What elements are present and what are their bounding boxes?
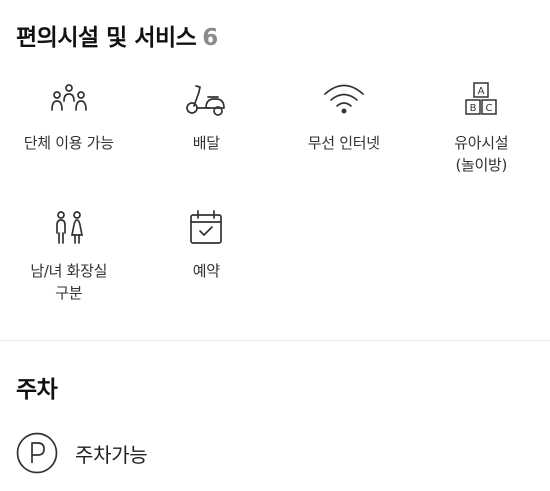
amenity-label: 단체 이용 가능	[23, 134, 114, 152]
amenity-kids: A B C 유아시설 (놀이방)	[413, 80, 550, 208]
amenity-label: 유아시설 (놀이방)	[454, 134, 509, 174]
abc-blocks-icon: A B C	[459, 80, 503, 124]
group-icon	[47, 80, 91, 124]
amenities-count: 6	[202, 25, 218, 51]
calendar-check-icon	[184, 208, 228, 252]
wifi-icon	[322, 80, 366, 124]
restroom-icon	[47, 208, 91, 252]
amenities-section-title: 편의시설 및 서비스 6	[16, 18, 218, 52]
parking-item: 주차가능	[16, 432, 148, 474]
amenity-wifi: 무선 인터넷	[275, 80, 413, 208]
parking-icon	[16, 432, 58, 474]
amenities-title: 편의시설 및 서비스	[16, 25, 197, 51]
parking-label: 주차가능	[75, 442, 148, 467]
amenity-group: 단체 이용 가능	[0, 80, 138, 208]
amenities-grid: 단체 이용 가능 배달 무선 인터넷 A B C 유아시설 (놀이방) 남/녀 …	[0, 80, 550, 336]
parking-title: 주차	[16, 377, 58, 403]
svg-text:B: B	[470, 103, 477, 114]
amenity-label: 남/녀 화장실 구분	[30, 262, 108, 302]
delivery-scooter-icon	[184, 80, 228, 124]
svg-text:C: C	[486, 103, 493, 114]
amenity-label: 예약	[192, 262, 220, 280]
amenity-reservation: 예약	[138, 208, 276, 336]
svg-text:A: A	[478, 86, 485, 97]
amenity-restroom: 남/녀 화장실 구분	[0, 208, 138, 336]
amenity-label: 배달	[192, 134, 220, 152]
section-divider	[0, 340, 550, 341]
amenity-label: 무선 인터넷	[307, 134, 380, 152]
amenity-delivery: 배달	[138, 80, 276, 208]
